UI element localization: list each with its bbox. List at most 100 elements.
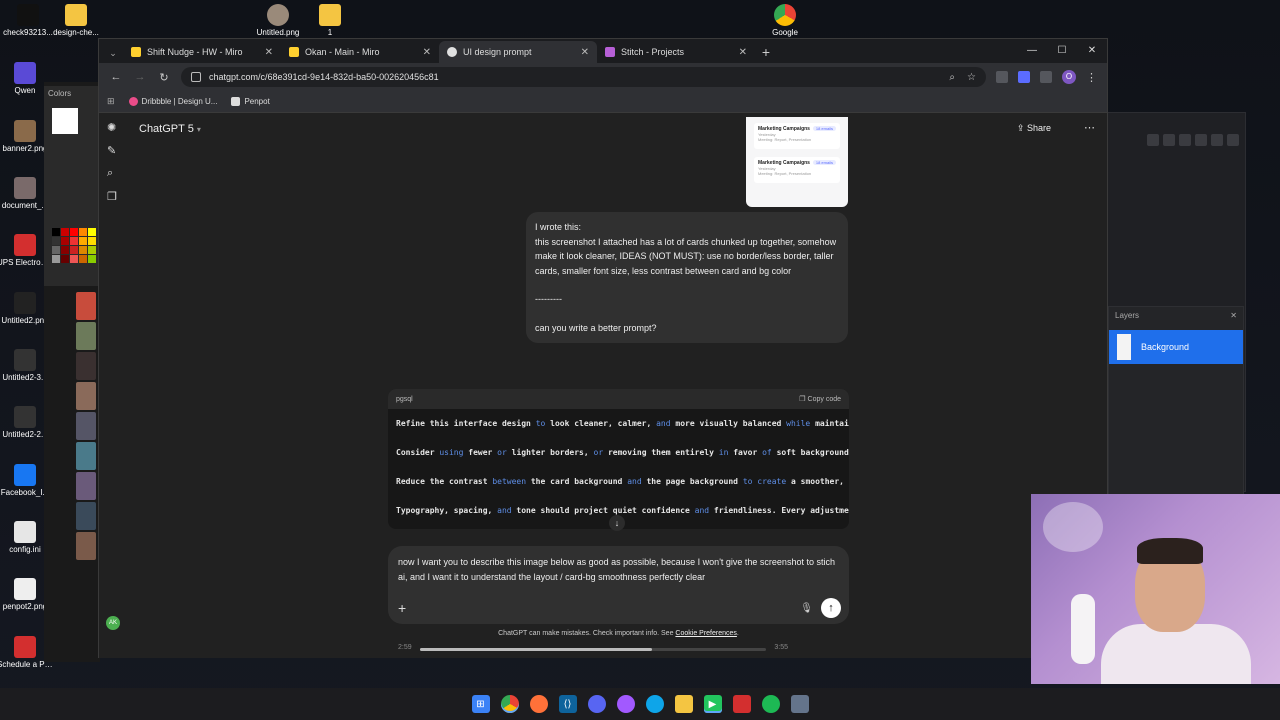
- add-attachment-icon[interactable]: +: [398, 600, 406, 616]
- openai-logo-icon[interactable]: ✺: [107, 121, 117, 134]
- puzzle-icon[interactable]: [1040, 71, 1052, 83]
- person-body: [1101, 624, 1251, 684]
- minimize-icon[interactable]: —: [1017, 39, 1047, 63]
- send-button[interactable]: ↑: [821, 598, 841, 618]
- edge-icon[interactable]: [645, 695, 664, 713]
- miro-icon: [289, 47, 299, 57]
- tab-stitch-projects[interactable]: Stitch - Projects ✕: [597, 41, 755, 63]
- code-language: pgsql: [396, 395, 413, 403]
- scroll-down-button[interactable]: ↓: [609, 515, 625, 531]
- tool-icon[interactable]: [1227, 134, 1239, 146]
- tool-icon[interactable]: [1195, 134, 1207, 146]
- desktop-icon-google[interactable]: Google: [757, 4, 813, 38]
- lamp-glow: [1043, 502, 1103, 552]
- windows-start-icon[interactable]: ⊞: [471, 695, 490, 713]
- desktop-icon-folder-1[interactable]: 1: [302, 4, 358, 38]
- back-icon[interactable]: ←: [109, 71, 123, 83]
- close-tab-icon[interactable]: ✕: [265, 47, 273, 58]
- firefox-icon[interactable]: [529, 695, 548, 713]
- file-explorer-icon[interactable]: [674, 695, 693, 713]
- share-label: Share: [1026, 123, 1051, 133]
- layer-item[interactable]: Background: [1109, 330, 1243, 364]
- tool-icon[interactable]: [1163, 134, 1175, 146]
- close-tab-icon[interactable]: ✕: [581, 47, 589, 58]
- bookmarks-bar: ⊞ Dribbble | Design U... Penpot: [99, 91, 1107, 113]
- layers-panel-title: Layers: [1115, 311, 1140, 320]
- bookmark-dribbble[interactable]: Dribbble | Design U...: [128, 97, 217, 106]
- forward-icon[interactable]: →: [133, 71, 147, 83]
- penpot-icon: [231, 97, 241, 106]
- message-composer[interactable]: now I want you to describe this image be…: [388, 546, 849, 624]
- library-icon[interactable]: ❐: [107, 190, 117, 203]
- reload-icon[interactable]: ↻: [157, 71, 171, 84]
- tab-title: Shift Nudge - HW - Miro: [147, 47, 243, 57]
- close-window-icon[interactable]: ✕: [1077, 39, 1107, 63]
- more-options-icon[interactable]: ⋯: [1084, 121, 1095, 134]
- zoom-icon[interactable]: ⌕: [949, 72, 955, 83]
- code-header: pgsql ❐ Copy code: [388, 389, 849, 409]
- url-field[interactable]: chatgpt.com/c/68e391cd-9e14-832d-ba50-00…: [181, 67, 986, 87]
- message-line: [535, 278, 839, 292]
- tab-shift-nudge[interactable]: Shift Nudge - HW - Miro ✕: [123, 41, 281, 63]
- user-message-bubble: I wrote this: this screenshot I attached…: [526, 212, 848, 343]
- microphone-icon[interactable]: 🎙: [800, 603, 813, 614]
- profile-avatar[interactable]: O: [1062, 70, 1076, 84]
- pdf-icon[interactable]: [732, 695, 751, 713]
- desktop-icon-design-checklist[interactable]: design-che...: [48, 4, 104, 38]
- maximize-icon[interactable]: ☐: [1047, 39, 1077, 63]
- url-text: chatgpt.com/c/68e391cd-9e14-832d-ba50-00…: [209, 72, 439, 82]
- preview-card-pill: 18 emails: [812, 126, 836, 131]
- search-icon[interactable]: ⌕: [107, 167, 117, 180]
- code-line: Reduce the contrast between the card bac…: [396, 477, 849, 486]
- copy-code-button[interactable]: ❐ Copy code: [799, 395, 841, 403]
- attached-image-preview[interactable]: Marketing Campaigns Yesterday Meeting: R…: [746, 117, 848, 207]
- window-controls: — ☐ ✕: [1017, 39, 1107, 63]
- app-icon[interactable]: [790, 695, 809, 713]
- address-bar: ← → ↻ chatgpt.com/c/68e391cd-9e14-832d-b…: [99, 63, 1107, 91]
- colors-panel-title: Colors: [48, 89, 72, 98]
- preview-card-meta: Meeting: Report, Presentation: [758, 171, 812, 176]
- tool-icon[interactable]: [1147, 134, 1159, 146]
- model-selector[interactable]: ChatGPT 5 ▾: [139, 123, 201, 135]
- layers-panel: Layers ✕ Background: [1108, 306, 1244, 496]
- tool-icon[interactable]: [1211, 134, 1223, 146]
- cookie-preferences-link[interactable]: Cookie Preferences: [675, 630, 736, 637]
- tool-icon[interactable]: [1179, 134, 1191, 146]
- tab-strip: ⌄ Shift Nudge - HW - Miro ✕ Okan - Main -…: [99, 39, 1107, 63]
- color-preview[interactable]: [52, 108, 78, 134]
- code-block: pgsql ❐ Copy code Refine this interface …: [388, 389, 849, 529]
- composer-input[interactable]: now I want you to describe this image be…: [398, 555, 839, 584]
- message-line: this screenshot I attached has a lot of …: [535, 236, 837, 276]
- swatch-grid[interactable]: [52, 228, 96, 263]
- tab-okan-main[interactable]: Okan - Main - Miro ✕: [281, 41, 439, 63]
- tab-search-icon[interactable]: ⌄: [103, 43, 123, 63]
- chrome-icon[interactable]: [500, 695, 519, 713]
- video-track[interactable]: [420, 648, 766, 651]
- terminal-icon[interactable]: ▶: [703, 695, 722, 713]
- extension-icon[interactable]: [996, 71, 1008, 83]
- figma-icon[interactable]: [616, 695, 635, 713]
- person-hair: [1137, 538, 1203, 564]
- video-progress-bar[interactable]: 2:59 3:55: [398, 644, 788, 654]
- desktop-icon-untitled[interactable]: Untitled.png: [250, 4, 306, 38]
- extension-icon[interactable]: [1018, 71, 1030, 83]
- bookmark-star-icon[interactable]: ☆: [967, 72, 976, 83]
- disclaimer: ChatGPT can make mistakes. Check importa…: [388, 630, 849, 637]
- close-tab-icon[interactable]: ✕: [423, 47, 431, 58]
- site-info-icon[interactable]: [191, 72, 201, 82]
- chatgpt-page: ✺ ✎ ⌕ ❐ ChatGPT 5 ▾ ⇪ Share ⋯ Marketing …: [99, 113, 1107, 658]
- vscode-icon[interactable]: ⟨⟩: [558, 695, 577, 713]
- discord-icon[interactable]: [587, 695, 606, 713]
- apps-grid-icon[interactable]: ⊞: [107, 96, 115, 107]
- spotify-icon[interactable]: [761, 695, 780, 713]
- tab-ui-design-prompt[interactable]: UI design prompt ✕: [439, 41, 597, 63]
- new-tab-button[interactable]: +: [755, 41, 777, 63]
- bookmark-penpot[interactable]: Penpot: [231, 97, 270, 106]
- share-button[interactable]: ⇪ Share: [1017, 123, 1051, 134]
- browser-menu-icon[interactable]: ⋮: [1086, 71, 1097, 84]
- new-chat-icon[interactable]: ✎: [107, 144, 117, 157]
- video-elapsed: 2:59: [398, 644, 412, 651]
- close-icon[interactable]: ✕: [1230, 311, 1237, 320]
- browser-window: ⌄ Shift Nudge - HW - Miro ✕ Okan - Main -…: [98, 38, 1108, 658]
- close-tab-icon[interactable]: ✕: [739, 47, 747, 58]
